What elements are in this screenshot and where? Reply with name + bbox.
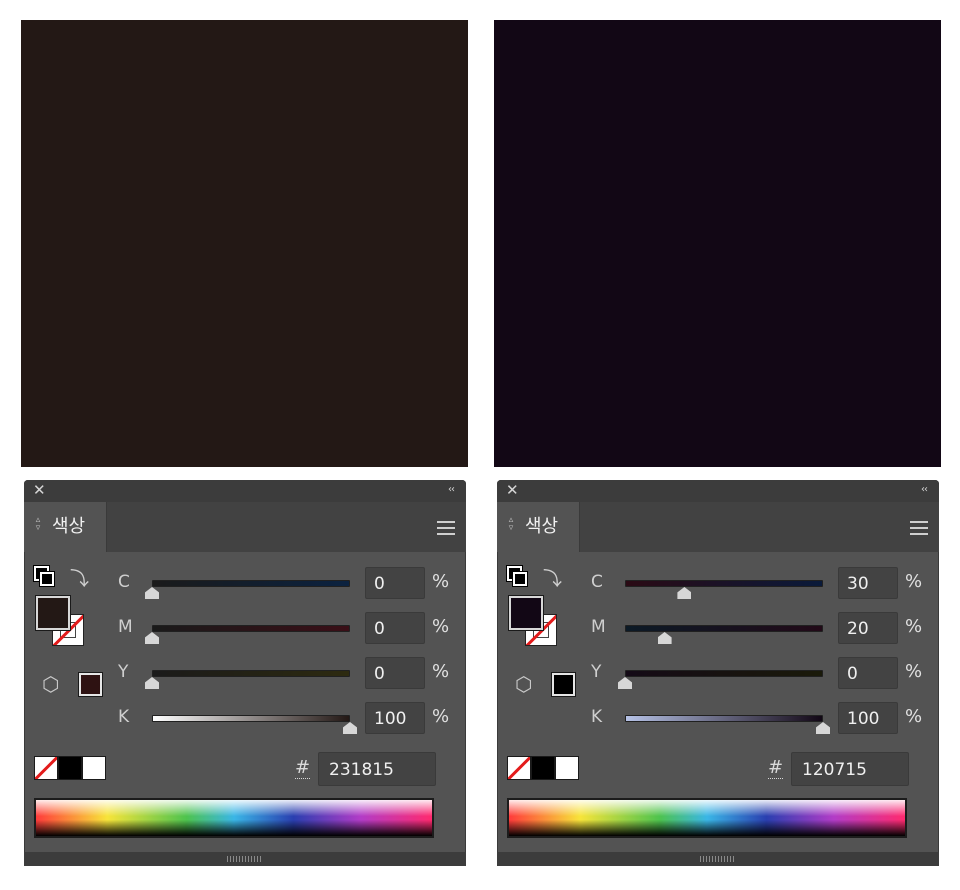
tab-color[interactable]: ▵ ▿ 색상 <box>497 502 580 552</box>
slider-track-c[interactable] <box>152 580 350 587</box>
hamburger-menu-icon[interactable] <box>910 521 928 535</box>
value-input-y[interactable]: 0 <box>365 657 425 689</box>
channel-label-m: M <box>591 617 606 637</box>
white-swatch[interactable] <box>555 756 579 780</box>
channel-label-y: Y <box>118 662 129 682</box>
percent-label: % <box>432 661 450 682</box>
close-icon[interactable]: ✕ <box>506 483 519 498</box>
swap-arrow-icon[interactable]: ⤵ <box>543 564 562 591</box>
chevron-updown-icon[interactable]: ▵ ▿ <box>34 516 42 533</box>
channel-label-c: C <box>591 572 603 592</box>
value-input-c[interactable]: 30 <box>838 567 898 599</box>
percent-label: % <box>432 571 450 592</box>
chevron-updown-icon[interactable]: ▵ ▿ <box>507 516 515 533</box>
fill-swatch[interactable] <box>36 596 70 630</box>
hex-hash-label: # <box>295 757 311 779</box>
channel-label-m: M <box>118 617 133 637</box>
tab-color[interactable]: ▵ ▿ 색상 <box>24 502 107 552</box>
channel-label-c: C <box>118 572 130 592</box>
fill-swatch[interactable] <box>509 596 543 630</box>
swap-arrow-icon[interactable]: ⤵ <box>70 564 89 591</box>
color-swatch-right <box>494 20 941 467</box>
value-input-k[interactable]: 100 <box>838 702 898 734</box>
black-swatch[interactable] <box>531 756 555 780</box>
tab-label: 색상 <box>525 516 559 537</box>
default-fill-stroke-icon[interactable] <box>507 566 529 588</box>
close-icon[interactable]: ✕ <box>33 483 46 498</box>
panel-tabstrip: ▵ ▿ 색상 <box>24 502 466 552</box>
percent-label: % <box>905 706 923 727</box>
percent-label: % <box>432 616 450 637</box>
gamut-warning-swatch[interactable] <box>552 673 575 696</box>
slider-track-y[interactable] <box>152 670 350 677</box>
cube-icon[interactable]: ⬡ <box>515 672 532 696</box>
value-input-y[interactable]: 0 <box>838 657 898 689</box>
white-swatch[interactable] <box>82 756 106 780</box>
panel-bottom-bar <box>497 852 939 866</box>
gamut-warning-swatch[interactable] <box>79 673 102 696</box>
value-input-m[interactable]: 0 <box>365 612 425 644</box>
value-input-c[interactable]: 0 <box>365 567 425 599</box>
color-spectrum-bar[interactable] <box>507 798 907 838</box>
color-spectrum-bar[interactable] <box>34 798 434 838</box>
double-chevron-left-icon[interactable]: ‹‹ <box>448 484 455 495</box>
slider-track-m[interactable] <box>625 625 823 632</box>
double-chevron-left-icon[interactable]: ‹‹ <box>921 484 928 495</box>
color-panel-right: ✕ ‹‹ ▵ ▿ 색상 ⤵ ⬡ C 30% M 20% Y 0% K 100% # 120715 <box>497 480 939 866</box>
slider-track-m[interactable] <box>152 625 350 632</box>
cube-icon[interactable]: ⬡ <box>42 672 59 696</box>
slider-track-y[interactable] <box>625 670 823 677</box>
value-input-m[interactable]: 20 <box>838 612 898 644</box>
value-input-k[interactable]: 100 <box>365 702 425 734</box>
percent-label: % <box>905 571 923 592</box>
percent-label: % <box>905 661 923 682</box>
resize-grip-icon[interactable] <box>227 856 263 862</box>
channel-label-k: K <box>591 707 603 727</box>
hex-input[interactable]: 120715 <box>791 752 909 786</box>
resize-grip-icon[interactable] <box>700 856 736 862</box>
percent-label: % <box>905 616 923 637</box>
percent-label: % <box>432 706 450 727</box>
channel-label-y: Y <box>591 662 602 682</box>
black-swatch[interactable] <box>58 756 82 780</box>
hamburger-menu-icon[interactable] <box>437 521 455 535</box>
default-fill-stroke-icon[interactable] <box>34 566 56 588</box>
panel-titlebar[interactable]: ✕ ‹‹ <box>24 480 466 502</box>
none-swatch[interactable] <box>507 756 531 780</box>
panel-bottom-bar <box>24 852 466 866</box>
slider-track-c[interactable] <box>625 580 823 587</box>
slider-track-k[interactable] <box>152 715 350 722</box>
panel-tabstrip: ▵ ▿ 색상 <box>497 502 939 552</box>
slider-track-k[interactable] <box>625 715 823 722</box>
panel-titlebar[interactable]: ✕ ‹‹ <box>497 480 939 502</box>
color-panel-left: ✕ ‹‹ ▵ ▿ 색상 ⤵ ⬡ C 0% M 0% Y 0% K 100% # 231815 <box>24 480 466 866</box>
hex-hash-label: # <box>768 757 784 779</box>
tab-label: 색상 <box>52 516 86 537</box>
color-swatch-left <box>21 20 468 467</box>
hex-input[interactable]: 231815 <box>318 752 436 786</box>
none-swatch[interactable] <box>34 756 58 780</box>
channel-label-k: K <box>118 707 130 727</box>
